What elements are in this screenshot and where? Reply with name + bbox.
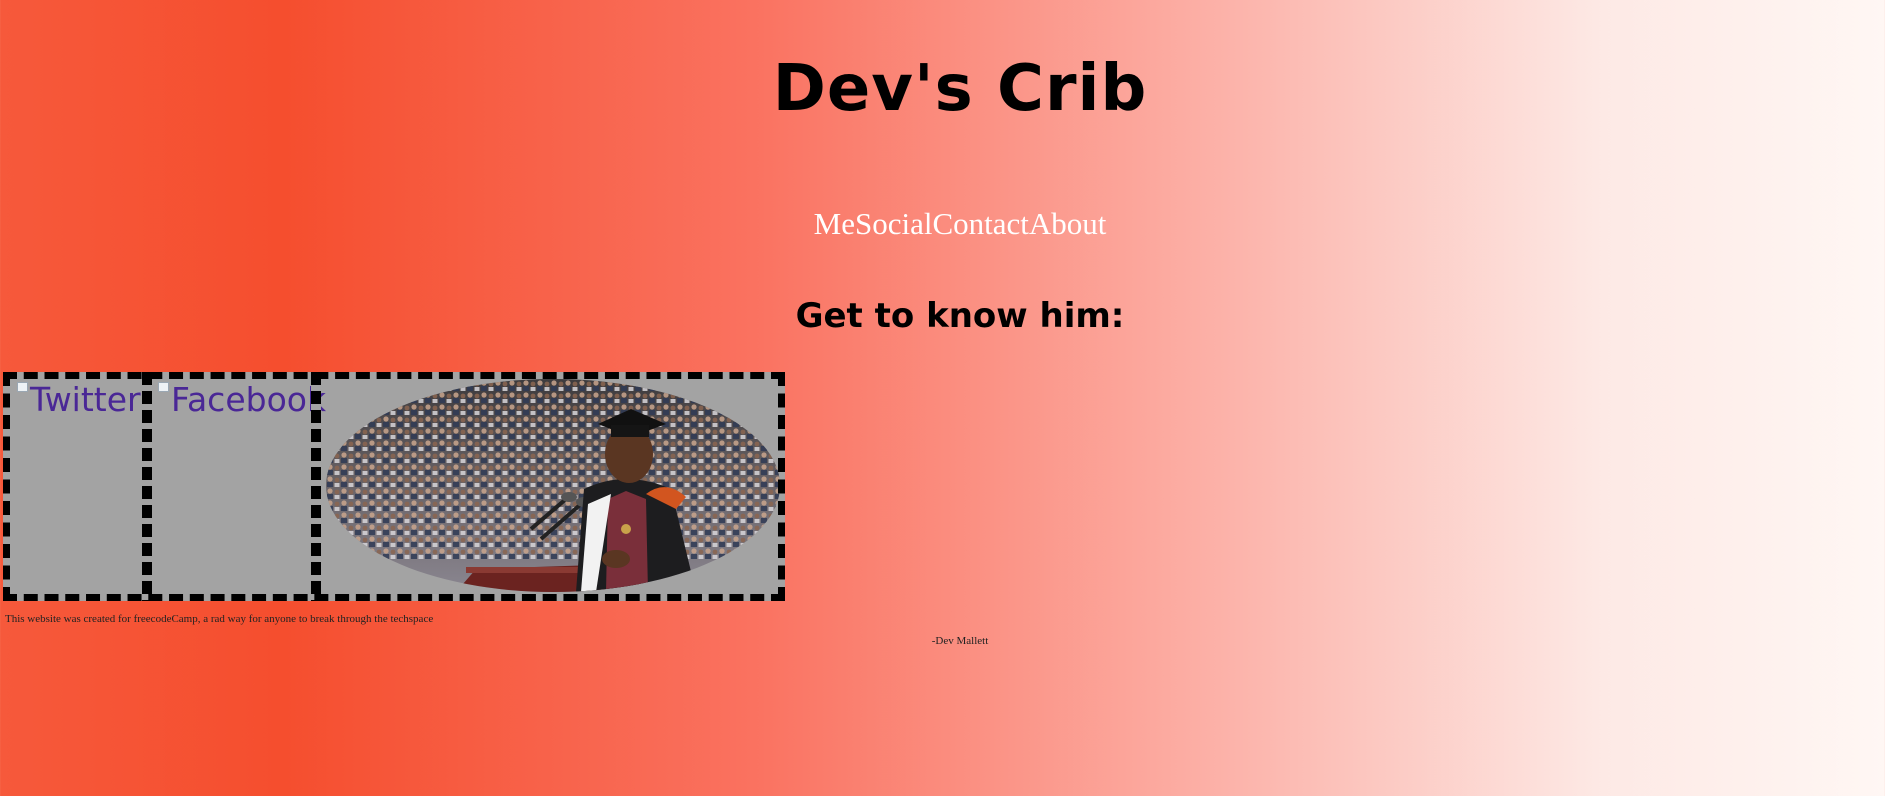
nav-item-about[interactable]: About <box>1029 206 1107 241</box>
twitter-alt-text: Twitter <box>30 380 141 419</box>
broken-image-icon <box>158 382 169 392</box>
nav-item-social[interactable]: Social <box>855 206 933 241</box>
gallery-divider <box>311 372 321 601</box>
graduation-photo <box>326 379 780 592</box>
site-title: Dev's Crib <box>772 52 1148 126</box>
footer-caption: This website was created for freecodeCam… <box>5 613 434 625</box>
facebook-alt-text: Facebook <box>171 380 327 419</box>
nav-item-me[interactable]: Me <box>814 206 855 241</box>
section-heading: Get to know him: <box>795 296 1125 336</box>
facebook-link[interactable]: Facebook <box>158 380 326 419</box>
social-gallery: Twitter Facebook <box>3 372 785 601</box>
footer-signature: -Dev Mallett <box>931 635 989 647</box>
broken-image-icon <box>17 382 28 392</box>
graduation-photo-image <box>326 379 780 592</box>
nav-item-contact[interactable]: Contact <box>932 206 1028 241</box>
main-nav: MeSocialContactAbout <box>0 206 1885 242</box>
gallery-divider <box>142 372 152 601</box>
twitter-link[interactable]: Twitter <box>17 380 141 419</box>
